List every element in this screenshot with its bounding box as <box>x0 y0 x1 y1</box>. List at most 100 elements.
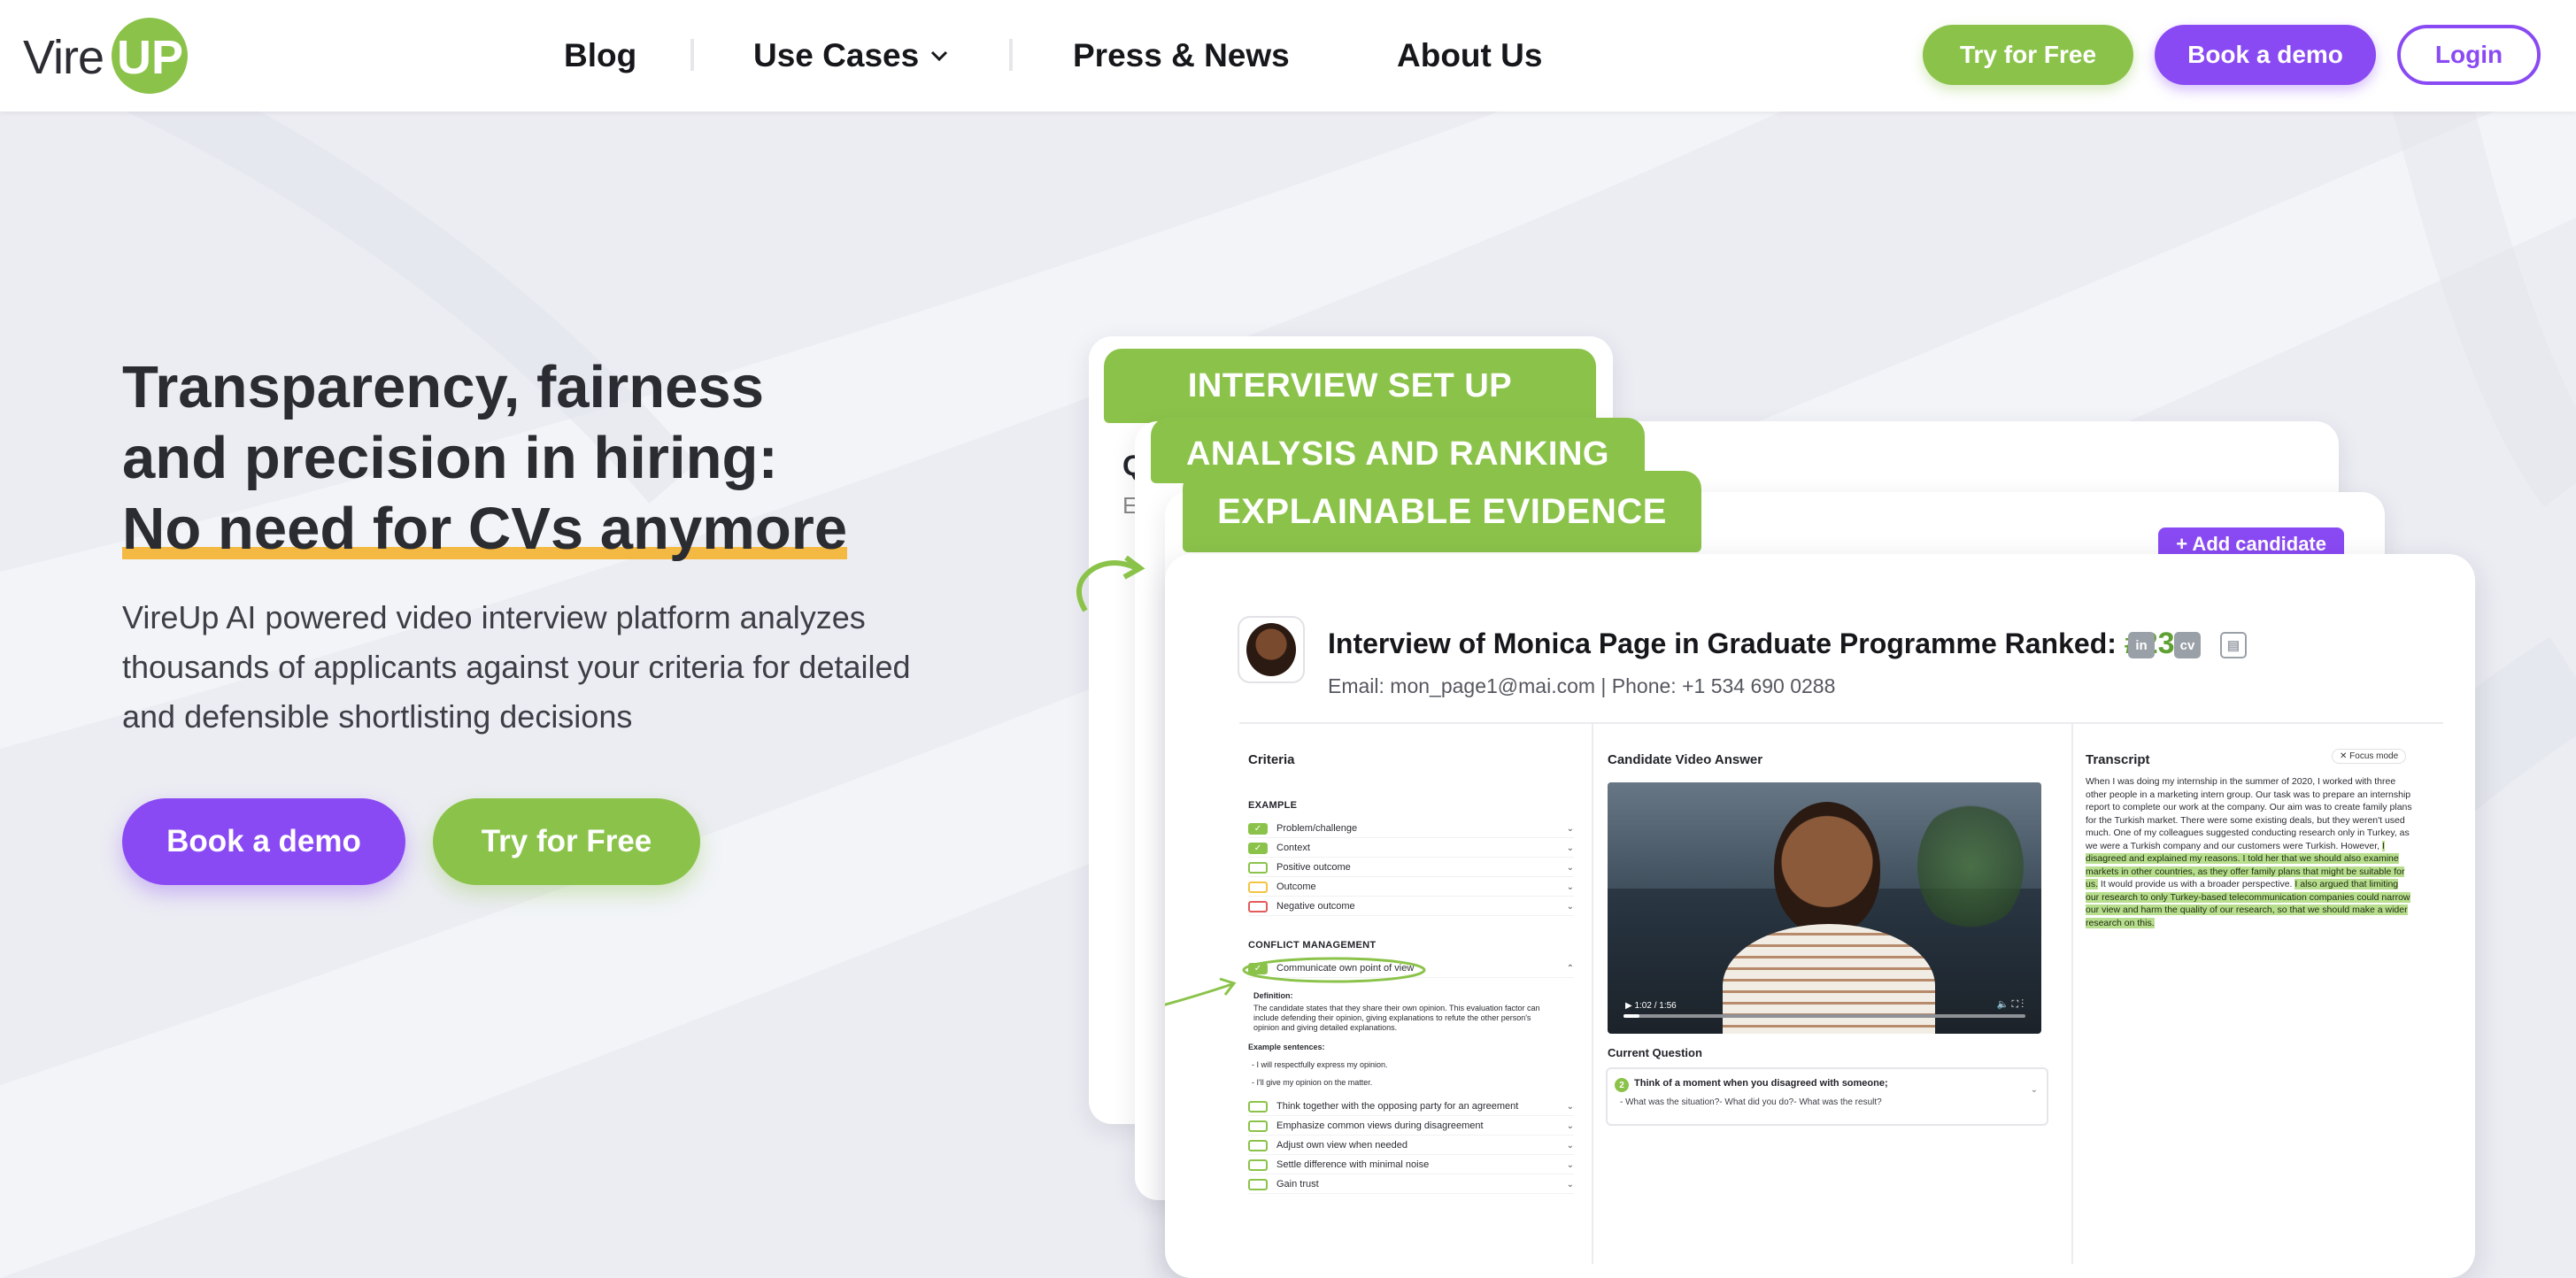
vireup-logo[interactable]: Vire UP <box>23 18 191 94</box>
site-header: Vire UP Blog Use Cases Press & News Abou… <box>0 0 2576 112</box>
column-divider <box>1592 724 1593 1264</box>
tab-interview-setup[interactable]: INTERVIEW SET UP <box>1104 349 1596 423</box>
criterion-item[interactable]: Gain trust ⌄ <box>1248 1175 1574 1194</box>
example-sentences-label: Example sentences: <box>1248 1043 1325 1051</box>
criterion-label: Settle difference with minimal noise <box>1276 1159 1430 1170</box>
candidate-contact: Email: mon_page1@mai.com | Phone: +1 534… <box>1328 674 1836 697</box>
chevron-down-icon[interactable]: ⌄ <box>1567 1121 1574 1131</box>
criterion-item[interactable]: ✓ Context ⌄ <box>1248 839 1574 858</box>
criterion-item[interactable]: ✓ Problem/challenge ⌄ <box>1248 820 1574 838</box>
try-free-button[interactable]: Try for Free <box>1923 25 2133 85</box>
nav-blog[interactable]: Blog <box>564 0 636 112</box>
book-demo-button[interactable]: Book a demo <box>2155 25 2376 85</box>
candidate-video-player[interactable]: ▶ 1:02 / 1:56 🔈 ⛶ ⋮ <box>1608 782 2041 1034</box>
tab-explainable-evidence[interactable]: EXPLAINABLE EVIDENCE <box>1183 471 1701 552</box>
criterion-item[interactable]: Outcome ⌄ <box>1248 878 1574 897</box>
hero-try-free-button[interactable]: Try for Free <box>433 798 700 885</box>
nav-label: Press & News <box>1073 37 1290 73</box>
criterion-item[interactable]: Adjust own view when needed ⌄ <box>1248 1136 1574 1155</box>
criterion-label: Think together with the opposing party f… <box>1276 1101 1519 1112</box>
current-question-box[interactable]: 2 Think of a moment when you disagreed w… <box>1606 1067 2048 1126</box>
chevron-down-icon[interactable]: ⌄ <box>1567 902 1574 912</box>
video-time-text: 1:02 / 1:56 <box>1634 1001 1677 1011</box>
criterion-label: Negative outcome <box>1276 901 1355 912</box>
nav-label: About Us <box>1397 37 1543 73</box>
criterion-item[interactable]: Settle difference with minimal noise ⌄ <box>1248 1156 1574 1174</box>
chevron-down-icon[interactable]: ⌄ <box>1567 1102 1574 1112</box>
criterion-label: Positive outcome <box>1276 862 1351 873</box>
chevron-down-icon[interactable]: ⌄ <box>1567 882 1574 892</box>
question-text: Think of a moment when you disagreed wit… <box>1634 1078 1888 1089</box>
header-divider <box>1239 722 2443 724</box>
logo-wordmark: Vire <box>23 31 104 84</box>
nav-about-us[interactable]: About Us <box>1397 0 1542 112</box>
example-sentence: - I'll give my opinion on the matter. <box>1252 1078 1373 1087</box>
criterion-item[interactable]: Positive outcome ⌄ <box>1248 858 1574 877</box>
nav-divider <box>690 39 694 71</box>
hero-description: VireUp AI powered video interview platfo… <box>122 599 911 735</box>
section-conflict-management: CONFLICT MANAGEMENT <box>1248 940 1377 951</box>
linkedin-icon[interactable]: in <box>2128 632 2155 658</box>
current-question-label: Current Question <box>1608 1046 1702 1059</box>
criterion-label: Adjust own view when needed <box>1276 1140 1408 1151</box>
checkbox-icon[interactable] <box>1248 1120 1268 1132</box>
section-example: EXAMPLE <box>1248 800 1298 811</box>
hero-title: Transparency, fairness and precision in … <box>122 352 848 565</box>
focus-mode-button[interactable]: ✕ Focus mode <box>2332 749 2407 764</box>
checkbox-icon[interactable] <box>1248 1100 1268 1112</box>
checkbox-checked-icon[interactable]: ✓ <box>1248 822 1268 835</box>
checkbox-icon[interactable] <box>1248 1159 1268 1171</box>
chevron-down-icon[interactable]: ⌄ <box>1567 824 1574 834</box>
transcript-segment: It would provide us with a broader persp… <box>2098 879 2295 889</box>
criterion-label: Emphasize common views during disagreeme… <box>1276 1120 1484 1131</box>
chevron-down-icon[interactable]: ⌄ <box>2031 1085 2038 1095</box>
nav-use-cases[interactable]: Use Cases <box>753 0 949 112</box>
candidate-avatar <box>1238 616 1305 683</box>
login-button[interactable]: Login <box>2397 25 2541 85</box>
criterion-item[interactable]: Negative outcome ⌄ <box>1248 897 1574 916</box>
definition-text: The candidate states that they share the… <box>1253 1004 1540 1032</box>
video-controls-icon[interactable]: 🔈 ⛶ ⋮ <box>1997 998 2024 1011</box>
chevron-down-icon[interactable]: ⌄ <box>1567 843 1574 853</box>
chevron-down-icon[interactable]: ⌄ <box>1567 1180 1574 1189</box>
chevron-down-icon[interactable]: ⌄ <box>1567 1141 1574 1151</box>
highlight-circle <box>1242 957 1426 983</box>
chevron-down-icon <box>931 50 948 62</box>
chevron-up-icon[interactable]: ⌃ <box>1567 964 1574 974</box>
hero-title-highlight: No need for CVs anymore <box>122 494 848 565</box>
interview-detail-card: Interview of Monica Page in Graduate Pro… <box>1165 554 2475 1278</box>
criterion-item[interactable]: Emphasize common views during disagreeme… <box>1248 1117 1574 1136</box>
logo-mark: UP <box>117 31 184 84</box>
document-icon[interactable]: ▤ <box>2220 632 2247 658</box>
checkbox-icon[interactable] <box>1248 861 1268 874</box>
checkbox-icon[interactable] <box>1248 900 1268 912</box>
chevron-down-icon[interactable]: ⌄ <box>1567 1160 1574 1170</box>
interview-title-text: Interview of Monica Page in Graduate Pro… <box>1328 627 2117 659</box>
criterion-item[interactable]: Think together with the opposing party f… <box>1248 1097 1574 1116</box>
candidate-face <box>1774 802 1880 935</box>
nav-label: Use Cases <box>753 37 920 73</box>
question-subtext: - What was the situation?- What did you … <box>1620 1097 1882 1107</box>
interview-title: Interview of Monica Page in Graduate Pro… <box>1328 627 2175 661</box>
checkbox-icon[interactable] <box>1248 1139 1268 1151</box>
checkbox-checked-icon[interactable]: ✓ <box>1248 842 1268 854</box>
video-time: ▶ 1:02 / 1:56 <box>1625 1001 1677 1011</box>
chevron-down-icon[interactable]: ⌄ <box>1567 863 1574 873</box>
criterion-label: Outcome <box>1276 882 1316 892</box>
video-progress-bar[interactable] <box>1623 1014 2025 1018</box>
cv-icon[interactable]: cv <box>2174 632 2201 658</box>
nav-press-news[interactable]: Press & News <box>1073 0 1290 112</box>
nav-label: Blog <box>564 37 637 73</box>
criterion-label: Problem/challenge <box>1276 823 1358 834</box>
curved-arrow-icon <box>1076 555 1145 612</box>
pointer-arrow-icon <box>1165 977 1237 1006</box>
hero-title-line1: Transparency, fairness <box>122 354 764 420</box>
definition-label: Definition: <box>1253 991 1293 1000</box>
transcript-segment: When I was doing my internship in the su… <box>2086 776 2412 851</box>
question-number: 2 <box>1615 1078 1629 1092</box>
example-sentence: - I will respectfully express my opinion… <box>1252 1060 1388 1069</box>
checkbox-icon[interactable] <box>1248 881 1268 893</box>
nav-divider <box>1009 39 1013 71</box>
checkbox-icon[interactable] <box>1248 1178 1268 1190</box>
hero-book-demo-button[interactable]: Book a demo <box>122 798 405 885</box>
